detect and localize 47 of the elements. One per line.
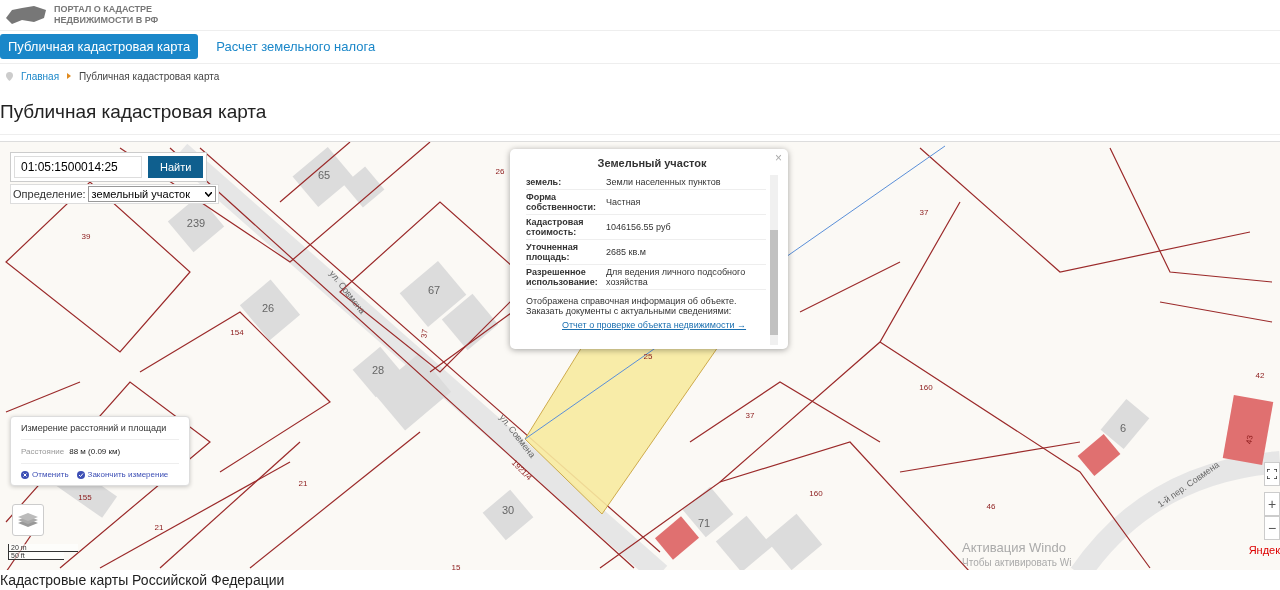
parcel-number: 21 (154, 523, 164, 533)
parcel-number: 37 (419, 328, 430, 339)
section-heading: Кадастровые карты Российской Федерации (0, 571, 286, 590)
parcel-number: 160 (919, 383, 933, 393)
parcel-number: 160 (809, 489, 823, 499)
parcel-number: 28 (371, 364, 385, 377)
field-value: Земли населенных пунктов (606, 177, 722, 188)
field-label: Форма собственности: (526, 192, 597, 213)
definition-label: Определение: (13, 188, 86, 201)
parcel-number: 67 (427, 284, 441, 297)
map-attribution: Яндек (1248, 544, 1280, 557)
field-value: 2685 кв.м (606, 247, 647, 258)
parcel-number: 43 (1244, 434, 1255, 445)
parcel-number: 25 (643, 352, 653, 362)
distance-value: 88 м (0.09 км) (69, 447, 121, 457)
measure-title: Измерение расстояний и площади (21, 423, 179, 441)
parcel-number: 39 (81, 232, 91, 242)
field-label: земель: (526, 177, 563, 188)
page-title: Публичная кадастровая карта (0, 89, 1280, 136)
parcel-number: 37 (745, 411, 755, 421)
info-note: Отображена справочная информация об объекте. Заказать документы с актуальными сведениями: (526, 296, 738, 317)
parcel-number: 26 (261, 302, 275, 315)
parcel-number: 239 (186, 217, 206, 230)
parcel-number: 155 (78, 493, 92, 503)
parcel-number: 71 (697, 517, 711, 530)
field-value: Частная (606, 197, 642, 208)
field-value: Для ведения личного подсобного хозяйства (606, 267, 747, 288)
parcel-number: 42 (1255, 371, 1265, 381)
parcel-number: 65 (317, 169, 331, 182)
field-label: Уточненная площадь: (526, 242, 579, 263)
parcel-number: 21 (298, 479, 308, 489)
parcel-number: 26 (495, 167, 505, 177)
field-label: Кадастровая стоимость: (526, 217, 585, 238)
parcel-number: 46 (986, 502, 996, 512)
logo-text: ПОРТАЛ О КАДАСТРЕ (54, 3, 153, 15)
parcel-number: 37 (919, 208, 929, 218)
os-activation-notice: Чтобы активировать Wi (962, 557, 1072, 569)
parcel-number: 154 (230, 328, 244, 338)
logo-text: НЕДВИЖИМОСТИ В РФ (54, 14, 159, 26)
parcel-number: 15 (451, 563, 461, 571)
os-activation-notice: Активация Windo (962, 540, 1067, 556)
popup-title: Земельный участок (596, 157, 708, 170)
distance-label: Расстояние (21, 447, 65, 457)
parcel-number: 30 (501, 504, 515, 517)
parcel-number: 6 (1119, 422, 1127, 435)
field-label: Разрешенное использование: (526, 267, 599, 288)
field-value: 1046156.55 руб (606, 222, 672, 233)
